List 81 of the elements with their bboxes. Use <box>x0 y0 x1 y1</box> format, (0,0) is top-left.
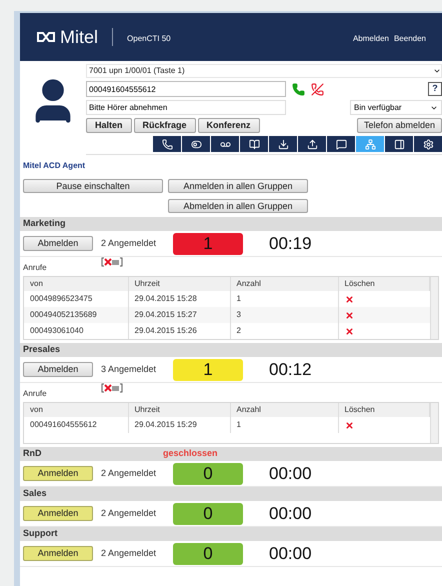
logged-in-count: 2 Angemeldet <box>101 236 158 250</box>
hang-up-icon[interactable] <box>311 82 324 96</box>
queue-counter: 0 <box>173 502 243 524</box>
calls-label: Anrufe <box>23 262 47 274</box>
logo-text: Mitel <box>60 26 98 48</box>
group-login-button[interactable]: Anmelden <box>23 506 93 521</box>
pause-button[interactable]: Pause einschalten <box>23 179 163 193</box>
group-name: Presales <box>23 343 62 356</box>
wait-time: 00:00 <box>269 542 312 565</box>
group-login-button[interactable]: Anmelden <box>23 546 93 561</box>
toolbar-button[interactable] <box>182 136 210 152</box>
delete-icon[interactable] <box>344 420 354 430</box>
phone-icon <box>162 138 172 150</box>
network-icon <box>364 138 376 150</box>
logout-all-button[interactable]: Abmelden in allen Gruppen <box>168 199 308 213</box>
wait-time: 00:19 <box>269 232 312 255</box>
clear-calls-icon[interactable] <box>101 257 123 267</box>
logo-icon <box>36 31 56 43</box>
queue-counter: 1 <box>173 358 243 380</box>
presence-dropdown[interactable]: Bin verfügbar <box>350 100 442 115</box>
clear-calls-icon[interactable] <box>101 383 123 393</box>
header-link[interactable]: Abmelden <box>352 33 389 45</box>
wait-time: 00:00 <box>269 502 312 525</box>
book-icon <box>248 138 260 150</box>
scrollbar[interactable] <box>430 277 438 339</box>
toolbar-button[interactable] <box>298 136 326 152</box>
product-name: OpenCTI 50 <box>127 33 171 45</box>
logged-in-count: 2 Angemeldet <box>101 546 158 560</box>
toolbar-button[interactable] <box>153 136 181 152</box>
status-message-field: Bitte Hörer abnehmen <box>86 100 286 115</box>
delete-icon[interactable] <box>344 310 354 320</box>
group-name: Sales <box>23 487 48 500</box>
group-login-button[interactable]: Abmelden <box>23 362 93 377</box>
group-login-button[interactable]: Abmelden <box>23 236 93 251</box>
toolbar-button[interactable] <box>414 136 442 152</box>
queue-counter: 0 <box>173 542 243 564</box>
call-action-button[interactable]: Konferenz <box>198 118 260 133</box>
logged-in-count: 2 Angemeldet <box>101 506 158 520</box>
chevron-down-icon <box>433 67 441 75</box>
group-name: Support <box>23 527 58 540</box>
queue-counter: 1 <box>173 232 243 254</box>
download-icon <box>278 138 288 150</box>
table-cell: 29.04.2015 15:29 <box>128 417 230 433</box>
call-action-button[interactable]: Rückfrage <box>134 118 196 133</box>
delete-icon[interactable] <box>344 326 354 336</box>
scrollbar[interactable] <box>430 403 438 443</box>
table-cell: 29.04.2015 15:26 <box>128 323 230 339</box>
phone-logout-button[interactable]: Telefon abmelden <box>356 118 442 133</box>
section-title: Mitel ACD Agent <box>23 160 86 172</box>
help-button[interactable]: ? <box>428 82 442 96</box>
group-name: Marketing <box>23 217 67 230</box>
group-login-button[interactable]: Anmelden <box>23 466 93 481</box>
logged-in-count: 3 Angemeldet <box>101 362 158 376</box>
settings-icon <box>422 138 434 150</box>
queue-counter: 0 <box>173 462 243 484</box>
wait-time: 00:00 <box>269 462 312 485</box>
logged-in-count: 2 Angemeldet <box>101 466 158 480</box>
delete-icon[interactable] <box>344 294 354 304</box>
toggle-icon <box>190 138 202 150</box>
table-cell: 000491604555612 <box>24 417 128 433</box>
answer-call-icon[interactable] <box>292 82 305 96</box>
toolbar-button[interactable] <box>385 136 413 152</box>
table-cell: 1 <box>230 417 338 433</box>
table-cell: 2 <box>230 323 338 339</box>
message-icon <box>336 138 346 150</box>
line-dropdown[interactable]: 7001 upn 1/00/01 (Taste 1) <box>86 64 442 78</box>
header-link[interactable]: Beenden <box>394 33 426 45</box>
toolbar-button[interactable] <box>269 136 297 152</box>
panel-icon <box>394 138 404 150</box>
call-action-button[interactable]: Halten <box>86 118 132 133</box>
login-all-button[interactable]: Anmelden in allen Gruppen <box>168 179 308 193</box>
table-cell: 000493061040 <box>24 323 128 339</box>
wait-time: 00:12 <box>269 358 312 381</box>
toolbar-button[interactable] <box>211 136 239 152</box>
toolbar-button[interactable] <box>240 136 268 152</box>
toolbar-button[interactable] <box>327 136 355 152</box>
calls-label: Anrufe <box>23 388 47 400</box>
group-name: RnD <box>23 447 42 460</box>
upload-icon <box>306 138 318 150</box>
number-field[interactable]: 000491604555612 <box>86 81 286 97</box>
group-status: geschlossen <box>163 447 218 460</box>
